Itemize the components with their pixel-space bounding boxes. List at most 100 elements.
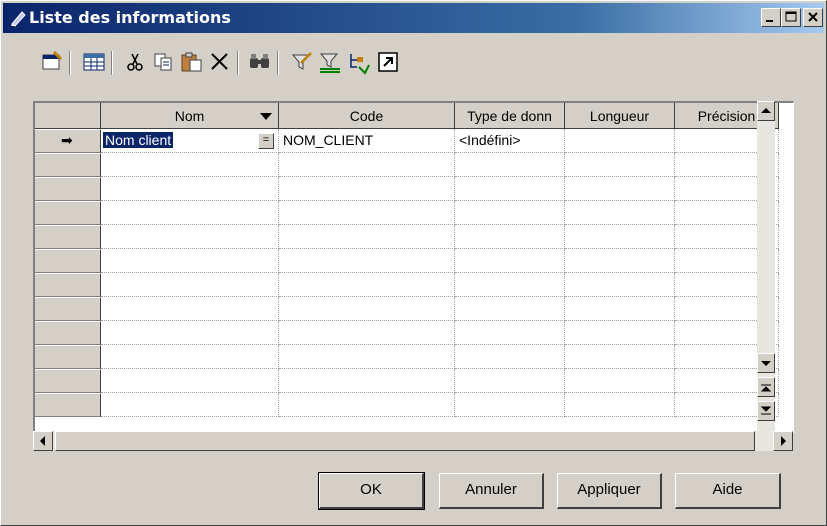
scroll-page-down-button[interactable]	[757, 401, 775, 421]
grid-cell[interactable]	[279, 225, 455, 249]
grid-cell[interactable]	[565, 201, 675, 225]
cancel-button[interactable]: Annuler	[439, 473, 544, 509]
scroll-up-button[interactable]	[757, 101, 775, 121]
scroll-thumb[interactable]	[55, 431, 755, 451]
toolbar-separator	[111, 51, 113, 75]
grid-cell[interactable]	[101, 297, 279, 321]
grid-cell[interactable]	[455, 273, 565, 297]
grid-cell[interactable]	[455, 177, 565, 201]
help-button[interactable]: Aide	[675, 473, 781, 509]
row-header[interactable]	[35, 225, 101, 249]
cell-longueur[interactable]	[565, 129, 675, 153]
row-header[interactable]	[35, 369, 101, 393]
grid-cell[interactable]	[101, 201, 279, 225]
copy-button[interactable]	[151, 49, 177, 75]
row-header[interactable]	[35, 273, 101, 297]
grid-cell[interactable]	[101, 345, 279, 369]
delete-button[interactable]	[207, 49, 233, 75]
minimize-icon	[766, 20, 773, 22]
grid-cell[interactable]	[565, 369, 675, 393]
ok-button[interactable]: OK	[318, 472, 425, 510]
column-header-code[interactable]: Code	[279, 103, 455, 129]
grid-cell[interactable]	[565, 297, 675, 321]
grid-cell[interactable]	[565, 177, 675, 201]
row-header[interactable]: ➡	[35, 129, 101, 153]
grid-cell[interactable]	[279, 153, 455, 177]
scroll-left-button[interactable]	[33, 431, 53, 451]
paste-button[interactable]	[179, 49, 205, 75]
grid-cell[interactable]	[565, 321, 675, 345]
grid-cell[interactable]	[565, 249, 675, 273]
open-button[interactable]	[375, 49, 401, 75]
grid-cell[interactable]	[101, 369, 279, 393]
grid-cell[interactable]	[101, 153, 279, 177]
grid-cell[interactable]	[565, 393, 675, 417]
grid-cell[interactable]	[565, 225, 675, 249]
table-button[interactable]	[81, 49, 107, 75]
row-header[interactable]	[35, 153, 101, 177]
column-header-longueur[interactable]: Longueur	[565, 103, 675, 129]
cell-nom[interactable]: Nom client =	[101, 129, 279, 153]
scroll-down-button[interactable]	[757, 353, 775, 373]
scroll-page-up-button[interactable]	[757, 377, 775, 397]
grid-cell[interactable]	[455, 201, 565, 225]
row-header[interactable]	[35, 345, 101, 369]
grid-cell[interactable]	[279, 177, 455, 201]
row-header[interactable]	[35, 249, 101, 273]
cell-type[interactable]: <Indéfini>	[455, 129, 565, 153]
grid-cell[interactable]	[455, 249, 565, 273]
row-header[interactable]	[35, 321, 101, 345]
column-header-type[interactable]: Type de donn	[455, 103, 565, 129]
grid-cell[interactable]	[279, 369, 455, 393]
grid-cell[interactable]	[279, 249, 455, 273]
vertical-scrollbar[interactable]	[757, 101, 775, 433]
row-header[interactable]	[35, 297, 101, 321]
title-bar[interactable]: Liste des informations	[3, 3, 824, 33]
grid-cell[interactable]	[565, 273, 675, 297]
grid-cell[interactable]	[455, 297, 565, 321]
properties-button[interactable]	[39, 49, 65, 75]
grid-cell[interactable]	[455, 153, 565, 177]
close-button[interactable]	[803, 8, 823, 27]
grid-cell[interactable]	[455, 393, 565, 417]
grid-cell[interactable]	[565, 345, 675, 369]
filter-button[interactable]	[289, 49, 315, 75]
grid-cell[interactable]	[101, 249, 279, 273]
toolbar	[1, 49, 601, 89]
row-header[interactable]	[35, 177, 101, 201]
grid-cell[interactable]	[101, 225, 279, 249]
maximize-button[interactable]	[781, 8, 801, 27]
grid-cell[interactable]	[279, 297, 455, 321]
grid-cell[interactable]	[101, 273, 279, 297]
grid-cell[interactable]	[279, 321, 455, 345]
grid-cell[interactable]	[101, 393, 279, 417]
minimize-button[interactable]	[761, 8, 781, 27]
apply-button[interactable]: Appliquer	[557, 473, 662, 509]
grid-cell[interactable]	[455, 345, 565, 369]
grid-cell[interactable]	[279, 393, 455, 417]
grid-cell[interactable]	[455, 225, 565, 249]
grid-cell[interactable]	[279, 201, 455, 225]
cell-nom-value[interactable]: Nom client	[103, 132, 174, 148]
grid-cell[interactable]	[279, 273, 455, 297]
grid-cell[interactable]	[565, 153, 675, 177]
grid-cell[interactable]	[455, 369, 565, 393]
column-header-nom[interactable]: Nom	[101, 103, 279, 129]
cut-button[interactable]	[123, 49, 149, 75]
corner-header[interactable]	[35, 103, 101, 129]
row-header[interactable]	[35, 201, 101, 225]
hierarchy-button[interactable]	[345, 49, 371, 75]
cell-code[interactable]: NOM_CLIENT	[279, 129, 455, 153]
grid-cell[interactable]	[101, 177, 279, 201]
window-title: Liste des informations	[29, 8, 231, 27]
ellipsis-button[interactable]: =	[258, 133, 274, 149]
arrow-right-icon	[781, 436, 786, 446]
grid-cell[interactable]	[101, 321, 279, 345]
find-button[interactable]	[247, 49, 273, 75]
grid-cell[interactable]	[279, 345, 455, 369]
scroll-right-button[interactable]	[773, 431, 793, 451]
row-header[interactable]	[35, 393, 101, 417]
clear-filter-button[interactable]	[317, 49, 343, 75]
grid-cell[interactable]	[455, 321, 565, 345]
horizontal-scrollbar[interactable]	[33, 431, 793, 451]
